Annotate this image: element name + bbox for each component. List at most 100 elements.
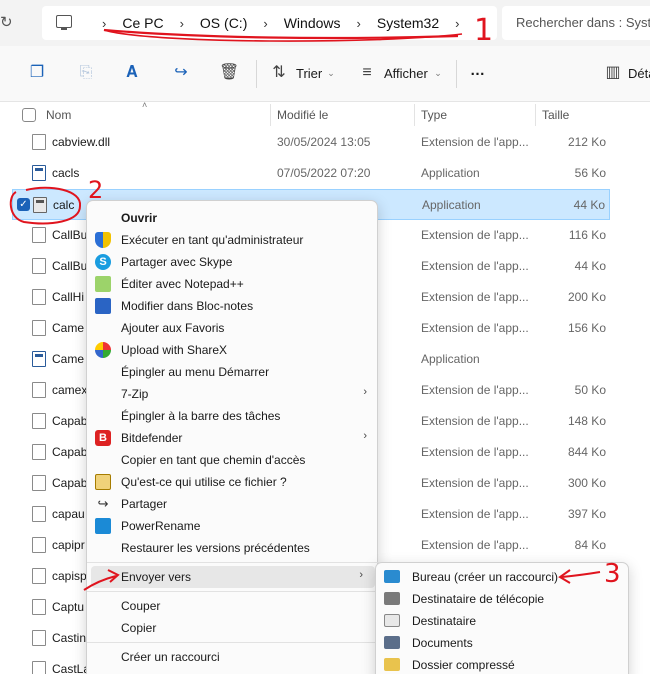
delete-icon[interactable]: 🗑 xyxy=(219,64,239,82)
sharex-icon xyxy=(95,342,111,358)
menu-item-label: Épingler au menu Démarrer xyxy=(121,365,270,379)
column-divider[interactable] xyxy=(414,104,415,126)
details-button[interactable]: Déta xyxy=(628,66,650,81)
desktop-icon xyxy=(384,570,400,583)
sendto-item-destinataire-de-telecopie[interactable]: Destinataire de télécopie xyxy=(376,588,630,610)
file-size: 44 Ko xyxy=(574,259,606,273)
menu-item-copier-en-tant-que-chemin-d-acces[interactable]: Copier en tant que chemin d'accès xyxy=(87,449,379,471)
menu-item-executer-en-tant-qu-administrateur[interactable]: Exécuter en tant qu'administrateur xyxy=(87,229,379,251)
file-name: Came xyxy=(52,352,85,366)
menu-item-creer-un-raccourci[interactable]: Créer un raccourci xyxy=(87,646,379,668)
rename-icon[interactable]: 𝐀 xyxy=(123,64,141,82)
share-icon[interactable]: ↪ xyxy=(172,64,190,82)
sort-button[interactable]: Trier xyxy=(296,66,322,81)
file-name: camex xyxy=(52,383,88,397)
menu-item-copier[interactable]: Copier xyxy=(87,617,379,639)
menu-item-epingler-au-menu-demarrer[interactable]: Épingler au menu Démarrer xyxy=(87,361,379,383)
menu-item-epingler-a-la-barre-des-taches[interactable]: Épingler à la barre des tâches xyxy=(87,405,379,427)
chevron-down-icon[interactable]: ⌄ xyxy=(429,64,447,82)
paste-icon[interactable]: ⎘ xyxy=(77,64,95,82)
file-type: Extension de l'app... xyxy=(421,445,529,459)
sendto-item-documents[interactable]: Documents xyxy=(376,632,630,654)
sendto-item-dossier-compresse[interactable]: Dossier compressé xyxy=(376,654,630,674)
select-all-checkbox[interactable] xyxy=(22,108,36,122)
sendto-item-destinataire[interactable]: Destinataire xyxy=(376,610,630,632)
details-pane-icon[interactable]: ▥ xyxy=(604,64,622,82)
address-bar-row: ↻ › Ce PC › OS (C:) › Windows › System32… xyxy=(0,0,650,46)
file-size: 844 Ko xyxy=(567,445,606,459)
breadcrumb-os-c[interactable]: OS (C:) xyxy=(200,15,247,31)
breadcrumb-ce-pc[interactable]: Ce PC xyxy=(122,15,163,31)
column-type[interactable]: Type xyxy=(421,108,447,122)
menu-item-envoyer-vers[interactable]: Envoyer vers › xyxy=(91,566,375,588)
menu-item-couper[interactable]: Couper xyxy=(87,595,379,617)
file-type: Extension de l'app... xyxy=(421,383,529,397)
file-name: cabview.dll xyxy=(52,135,111,149)
address-bar[interactable]: › Ce PC › OS (C:) › Windows › System32 › xyxy=(42,6,497,40)
menu-item-ouvrir[interactable]: Ouvrir xyxy=(87,207,379,229)
column-divider[interactable] xyxy=(535,104,536,126)
breadcrumb: › Ce PC › OS (C:) › Windows › System32 › xyxy=(86,6,475,40)
column-modified[interactable]: Modifié le xyxy=(277,108,328,122)
menu-item-powerrename[interactable]: PowerRename xyxy=(87,515,379,537)
search-input[interactable]: Rechercher dans : Syst xyxy=(502,6,650,40)
fax-icon xyxy=(384,592,400,605)
menu-item-partager[interactable]: ↪ Partager xyxy=(87,493,379,515)
mail-icon xyxy=(384,614,400,627)
menu-item-label: Envoyer vers xyxy=(121,570,192,584)
menu-item-editer-avec-notepad[interactable]: Éditer avec Notepad++ xyxy=(87,273,379,295)
column-divider[interactable] xyxy=(270,104,271,126)
toolbar-divider xyxy=(256,60,257,88)
view-button[interactable]: Afficher xyxy=(384,66,428,81)
dll-file-icon xyxy=(32,599,46,615)
file-size: 300 Ko xyxy=(567,476,606,490)
sendto-item-bureau-creer-un-raccourci[interactable]: Bureau (créer un raccourci) xyxy=(376,566,630,588)
file-name: Castin xyxy=(52,631,87,645)
menu-item-label: Exécuter en tant qu'administrateur xyxy=(121,233,304,247)
dll-file-icon xyxy=(32,475,46,491)
file-size: 200 Ko xyxy=(567,290,606,304)
file-row[interactable]: cacls 07/05/2022 07:20 Application 56 Ko xyxy=(12,158,610,189)
file-type: Extension de l'app... xyxy=(421,321,529,335)
menu-item-label: Modifier dans Bloc-notes xyxy=(121,299,254,313)
menu-item-restaurer-les-versions-precedentes[interactable]: Restaurer les versions précédentes xyxy=(87,537,379,559)
menu-item-label: Éditer avec Notepad++ xyxy=(121,277,244,291)
command-bar: ❐ ⎘ 𝐀 ↪ 🗑 ⇅ Trier ⌄ ≡ Afficher ⌄ … ▥ Dét… xyxy=(0,46,650,102)
row-checkbox-checked[interactable]: ✓ xyxy=(17,198,30,211)
file-size: 212 Ko xyxy=(567,135,606,149)
dll-file-icon xyxy=(32,630,46,646)
share-icon: ↪ xyxy=(97,496,109,511)
menu-item-label: Créer un raccourci xyxy=(121,650,220,664)
file-size: 50 Ko xyxy=(574,383,606,397)
chevron-right-icon: › xyxy=(359,569,363,581)
file-type: Extension de l'app... xyxy=(421,290,529,304)
menu-item-qu-est-ce-qui-utilise-ce-fichier[interactable]: Qu'est-ce qui utilise ce fichier ? xyxy=(87,471,379,493)
column-name[interactable]: Nom xyxy=(46,108,71,122)
refresh-icon[interactable]: ↻ xyxy=(0,14,16,32)
more-options-button[interactable]: … xyxy=(470,62,485,79)
copy-icon[interactable]: ❐ xyxy=(28,64,46,82)
file-size: 56 Ko xyxy=(574,166,606,180)
sort-icon[interactable]: ⇅ xyxy=(270,64,288,82)
column-size[interactable]: Taille xyxy=(542,108,569,122)
chevron-right-icon[interactable]: › xyxy=(455,16,459,31)
menu-item-modifier-dans-bloc-notes[interactable]: Modifier dans Bloc-notes xyxy=(87,295,379,317)
computer-icon xyxy=(56,15,72,30)
file-size: 116 Ko xyxy=(568,228,606,242)
menu-item-partager-avec-skype[interactable]: S Partager avec Skype xyxy=(87,251,379,273)
breadcrumb-windows[interactable]: Windows xyxy=(284,15,341,31)
search-placeholder: Rechercher dans : Syst xyxy=(516,15,650,30)
menu-item-label: Upload with ShareX xyxy=(121,343,228,357)
chevron-down-icon[interactable]: ⌄ xyxy=(322,64,340,82)
menu-item-bitdefender[interactable]: B Bitdefender › xyxy=(87,427,379,449)
shield-icon xyxy=(95,232,111,248)
send-to-submenu: Bureau (créer un raccourci) Destinataire … xyxy=(375,562,629,674)
breadcrumb-system32[interactable]: System32 xyxy=(377,15,439,31)
file-name: CastLa xyxy=(52,662,91,674)
file-name: capisp xyxy=(52,569,87,583)
view-icon[interactable]: ≡ xyxy=(358,64,376,82)
file-row[interactable]: cabview.dll 30/05/2024 13:05 Extension de … xyxy=(12,127,610,158)
menu-item-upload-with-sharex[interactable]: Upload with ShareX xyxy=(87,339,379,361)
menu-item-7-zip[interactable]: 7-Zip › xyxy=(87,383,379,405)
menu-item-ajouter-aux-favoris[interactable]: Ajouter aux Favoris xyxy=(87,317,379,339)
